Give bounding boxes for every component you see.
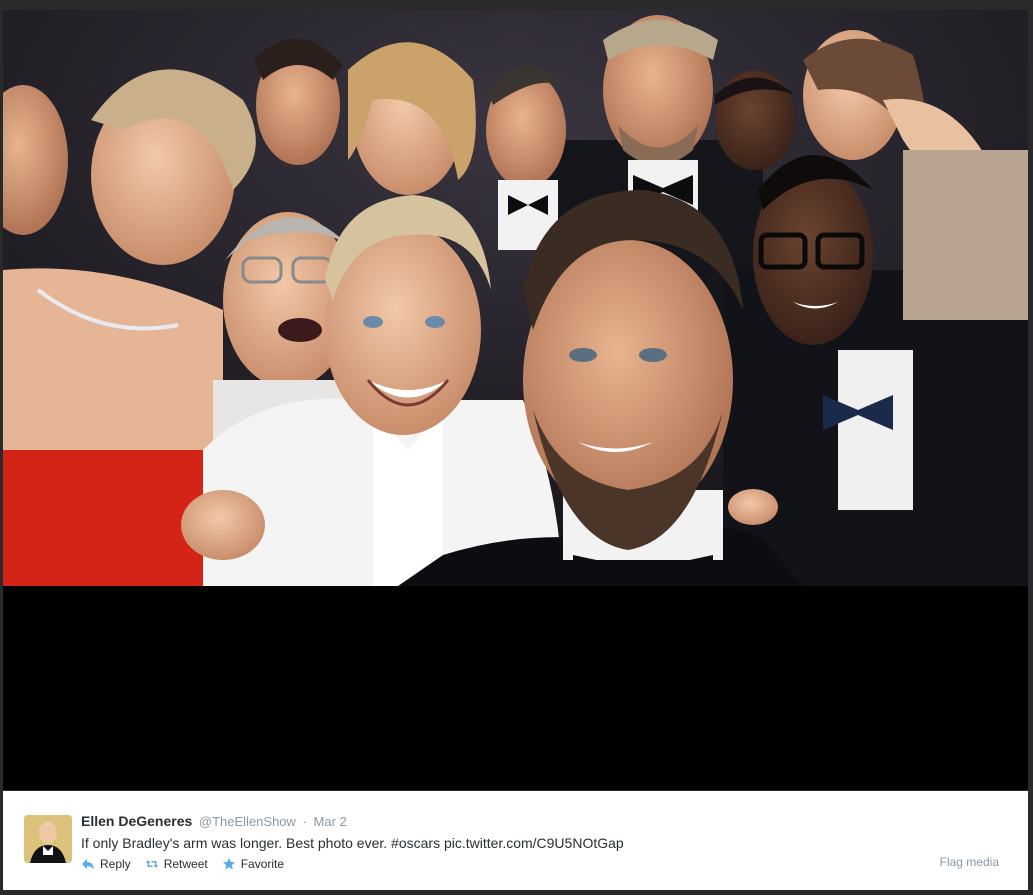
retweet-icon [145, 857, 159, 871]
tweet-timestamp[interactable]: Mar 2 [314, 814, 347, 829]
favorite-button[interactable]: Favorite [222, 857, 284, 871]
reply-icon [81, 857, 95, 871]
reply-label: Reply [100, 857, 131, 871]
tweet-text: If only Bradley's arm was longer. Best p… [81, 835, 624, 851]
media-viewer: Ellen DeGeneres @TheEllenShow · Mar 2 If… [0, 0, 1033, 895]
flag-media-link[interactable]: Flag media [940, 855, 999, 869]
header-separator: · [302, 814, 307, 829]
retweet-label: Retweet [163, 857, 208, 871]
author-fullname[interactable]: Ellen DeGeneres [81, 813, 192, 829]
author-username[interactable]: @TheEllenShow [199, 814, 296, 829]
tweet-card: Ellen DeGeneres @TheEllenShow · Mar 2 If… [3, 791, 1028, 890]
reply-button[interactable]: Reply [81, 857, 131, 871]
group-selfie-photo[interactable] [3, 10, 1028, 586]
star-icon [222, 857, 236, 871]
tweet-header: Ellen DeGeneres @TheEllenShow · Mar 2 [81, 813, 1008, 830]
tweet-content: Ellen DeGeneres @TheEllenShow · Mar 2 If… [81, 813, 1008, 871]
tweet-actions: Reply Retweet Favorite [81, 857, 1008, 871]
avatar[interactable] [24, 815, 72, 863]
favorite-label: Favorite [240, 857, 285, 871]
retweet-button[interactable]: Retweet [145, 857, 208, 871]
media-container [3, 10, 1028, 790]
